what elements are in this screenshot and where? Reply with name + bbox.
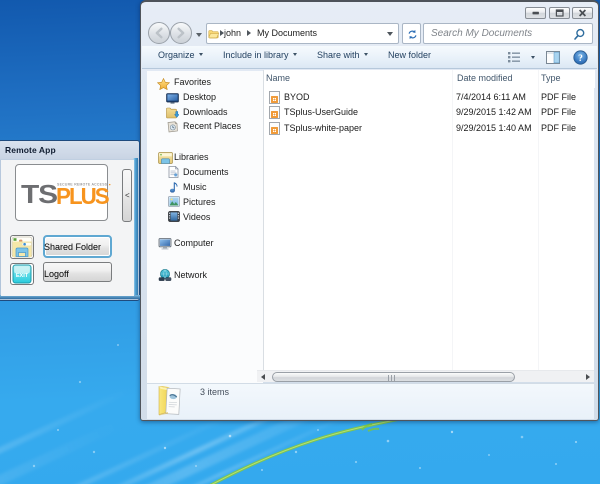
svg-text:EXIT: EXIT xyxy=(16,273,29,279)
svg-text:?: ? xyxy=(578,54,583,64)
